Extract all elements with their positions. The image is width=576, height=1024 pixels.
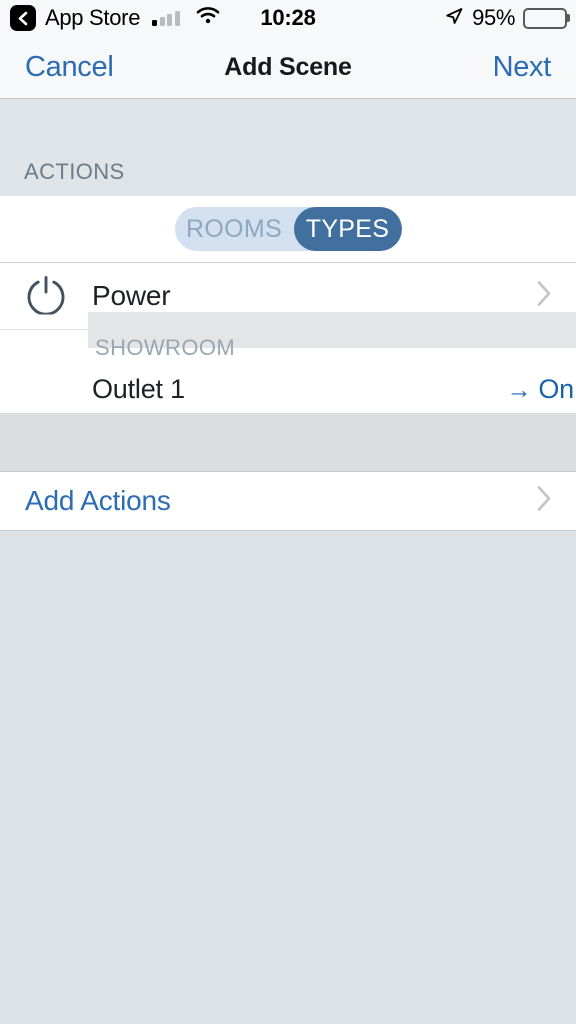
chevron-right-icon [536, 485, 553, 518]
section-header-label: ACTIONS [24, 159, 125, 184]
page-title: Add Scene [224, 52, 352, 81]
segment-rooms[interactable]: ROOMS [175, 207, 294, 251]
add-actions-label: Add Actions [25, 485, 171, 516]
group-header-label: SHOWROOM [95, 335, 236, 360]
location-arrow-icon [444, 6, 464, 31]
list-row-outlet-1-label: Outlet 1 [92, 374, 185, 404]
group-header-showroom: SHOWROOM [0, 312, 576, 366]
actions-section-header: ACTIONS [0, 100, 576, 196]
add-actions-row[interactable]: Add Actions [0, 471, 576, 531]
app-screen: App Store 10:28 95% Cancel Add Scene Nex… [0, 0, 576, 1024]
rooms-types-segmented-control[interactable]: ROOMS TYPES [174, 207, 402, 251]
list-row-outlet-1-value[interactable]: → On [506, 374, 575, 405]
segmented-control-container: ROOMS TYPES [0, 196, 576, 263]
list-row-power-label: Power [92, 280, 171, 311]
status-bar: App Store 10:28 95% [0, 0, 576, 36]
empty-background-area [0, 532, 576, 1024]
list-row-outlet-1[interactable]: Outlet 1 → On [0, 366, 576, 414]
segment-types[interactable]: TYPES [293, 207, 402, 251]
battery-icon [523, 7, 567, 29]
next-button[interactable]: Next [493, 51, 552, 84]
chevron-right-icon [536, 280, 553, 313]
navigation-bar: Cancel Add Scene Next [0, 36, 576, 99]
battery-percent-label: 95% [472, 5, 515, 30]
section-gap [0, 415, 576, 471]
status-bar-right: 95% [444, 5, 567, 31]
actions-list: Power SHOWROOM Outlet 1 → On [0, 263, 576, 414]
arrow-right-icon: → [506, 376, 532, 404]
power-icon [25, 273, 67, 320]
list-row-outlet-1-state: On [538, 374, 574, 404]
